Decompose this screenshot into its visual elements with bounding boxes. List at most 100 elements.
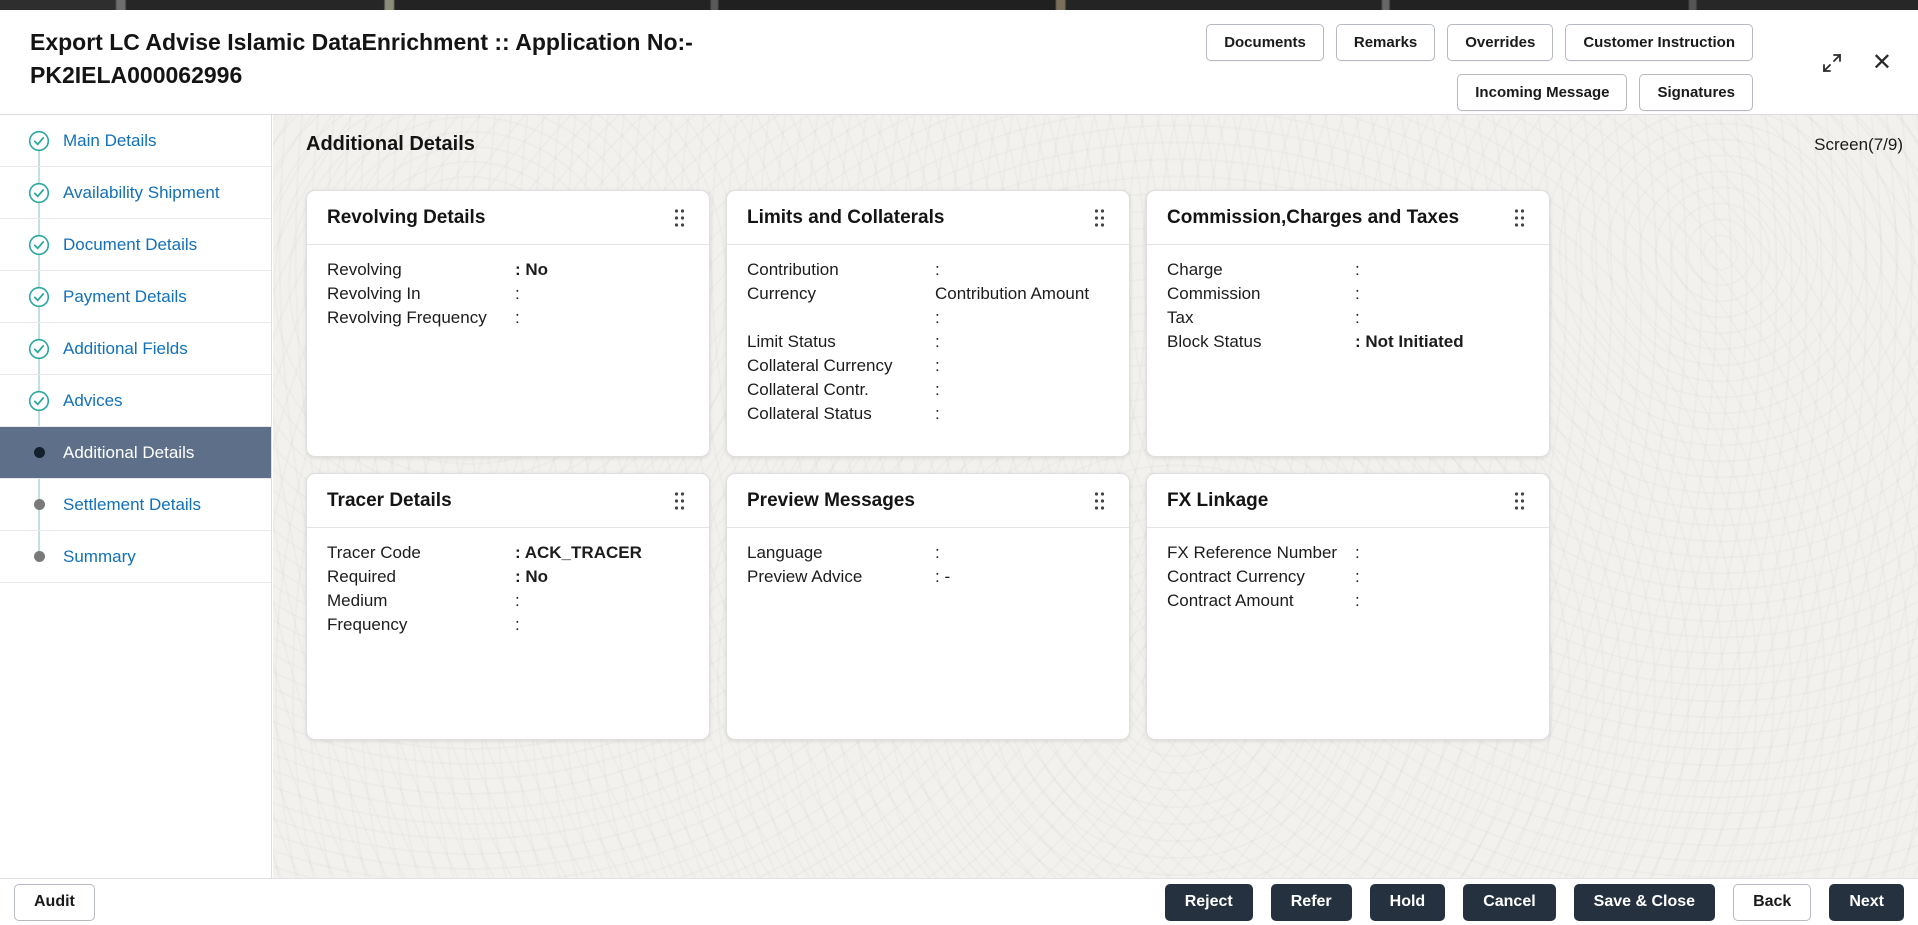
field-value: : Not Initiated [1355,330,1464,354]
field-value: : [935,378,940,402]
overrides-button[interactable]: Overrides [1447,24,1553,61]
card-title: Revolving Details [327,207,485,229]
sidebar-item-label: Additional Details [63,443,194,463]
refer-button[interactable]: Refer [1271,884,1352,921]
field-row: Revolving: No [327,258,689,282]
field-label: Tracer Code [327,541,515,565]
field-row: Language: [747,541,1109,565]
field-row: : [747,306,1109,330]
field-label: Contract Amount [1167,589,1355,613]
card-menu-icon[interactable] [1090,205,1109,231]
sidebar-item-advices[interactable]: Advices [0,375,271,427]
next-button[interactable]: Next [1829,884,1904,921]
documents-button[interactable]: Documents [1206,24,1324,61]
field-row: Block Status: Not Initiated [1167,330,1529,354]
field-label: Revolving Frequency [327,306,515,330]
sidebar-item-payment-details[interactable]: Payment Details [0,271,271,323]
detail-cards-grid: Revolving DetailsRevolving: NoRevolving … [306,190,1550,740]
field-value: : No [515,258,548,282]
field-row: Revolving Frequency: [327,306,689,330]
field-row: Limit Status: [747,330,1109,354]
sidebar-item-additional-fields[interactable]: Additional Fields [0,323,271,375]
card-title: Preview Messages [747,490,915,512]
field-row: Tracer Code: ACK_TRACER [327,541,689,565]
field-value: : No [515,565,548,589]
card-menu-icon[interactable] [670,205,689,231]
sidebar-item-main-details[interactable]: Main Details [0,115,271,167]
card-tracer-details: Tracer Details Tracer Code: ACK_TRACERReq… [306,473,710,740]
sidebar-item-label: Advices [63,391,123,411]
remarks-button[interactable]: Remarks [1336,24,1435,61]
field-label: FX Reference Number [1167,541,1355,565]
step-dot-icon [34,499,45,510]
back-button[interactable]: Back [1733,884,1811,921]
field-label: Language [747,541,935,565]
card-menu-icon[interactable] [670,488,689,514]
card-header: Tracer Details [307,474,709,528]
field-row: Collateral Status: [747,402,1109,426]
card-body: Tracer Code: ACK_TRACERRequired: NoMediu… [307,528,709,650]
field-label: Revolving In [327,282,515,306]
card-title: Tracer Details [327,490,452,512]
header-actions: Documents Remarks Overrides Customer Instru… [1206,24,1753,111]
card-body: Contribution:CurrencyContribution Amount… [727,245,1129,439]
sidebar-item-label: Settlement Details [63,495,201,515]
field-row: Contract Currency: [1167,565,1529,589]
step-dot-icon [34,447,45,458]
cancel-button[interactable]: Cancel [1463,884,1555,921]
field-row: Charge: [1167,258,1529,282]
footer-actions: Reject Refer Hold Cancel Save & Close Back Nex… [1165,884,1904,921]
field-label: Collateral Contr. [747,378,935,402]
sidebar-item-additional-details[interactable]: Additional Details [0,427,271,479]
step-dot-icon-wrap [28,442,50,464]
field-row: Commission: [1167,282,1529,306]
reject-button[interactable]: Reject [1165,884,1253,921]
field-label: Tax [1167,306,1355,330]
card-header: Revolving Details [307,191,709,245]
field-label: Block Status [1167,330,1355,354]
sidebar-item-label: Availability Shipment [63,183,220,203]
header-actions-row-2: Incoming Message Signatures [1457,74,1753,111]
page-title: Export LC Advise Islamic DataEnrichment … [30,26,693,93]
card-menu-icon[interactable] [1510,488,1529,514]
field-label: Medium [327,589,515,613]
card-menu-icon[interactable] [1510,205,1529,231]
fullscreen-toggle-icon[interactable] [1820,51,1844,75]
save-close-button[interactable]: Save & Close [1574,884,1715,921]
customer-instruction-button[interactable]: Customer Instruction [1565,24,1753,61]
card-title: FX Linkage [1167,490,1268,512]
field-row: CurrencyContribution Amount [747,282,1109,306]
sidebar-item-document-details[interactable]: Document Details [0,219,271,271]
incoming-message-button[interactable]: Incoming Message [1457,74,1627,111]
audit-button[interactable]: Audit [14,884,95,921]
field-value: : [935,258,940,282]
check-circle-icon [28,182,50,204]
sidebar-item-settlement-details[interactable]: Settlement Details [0,479,271,531]
field-value: : [515,282,520,306]
header-actions-row-1: Documents Remarks Overrides Customer Instru… [1206,24,1753,61]
sidebar-item-label: Additional Fields [63,339,188,359]
field-value: Contribution Amount [935,282,1089,306]
card-menu-icon[interactable] [1090,488,1109,514]
field-row: Contract Amount: [1167,589,1529,613]
step-dot-icon-wrap [28,494,50,516]
close-icon[interactable]: ✕ [1872,51,1892,75]
step-dot-icon [34,551,45,562]
card-header: Commission,Charges and Taxes [1147,191,1549,245]
signatures-button[interactable]: Signatures [1639,74,1753,111]
check-circle-icon [28,130,50,152]
hold-button[interactable]: Hold [1370,884,1446,921]
card-commission-charges-and-taxes: Commission,Charges and Taxes Charge:Commi… [1146,190,1550,457]
field-value: : - [935,565,950,589]
field-value: : ACK_TRACER [515,541,642,565]
field-row: Collateral Contr.: [747,378,1109,402]
field-value: : [515,306,520,330]
sidebar-item-availability-shipment[interactable]: Availability Shipment [0,167,271,219]
field-label: Limit Status [747,330,935,354]
sidebar-item-label: Summary [63,547,136,567]
field-value: : [935,330,940,354]
card-header: Limits and Collaterals [727,191,1129,245]
sidebar-item-summary[interactable]: Summary [0,531,271,583]
card-title: Limits and Collaterals [747,207,944,229]
check-circle-icon [28,234,50,256]
